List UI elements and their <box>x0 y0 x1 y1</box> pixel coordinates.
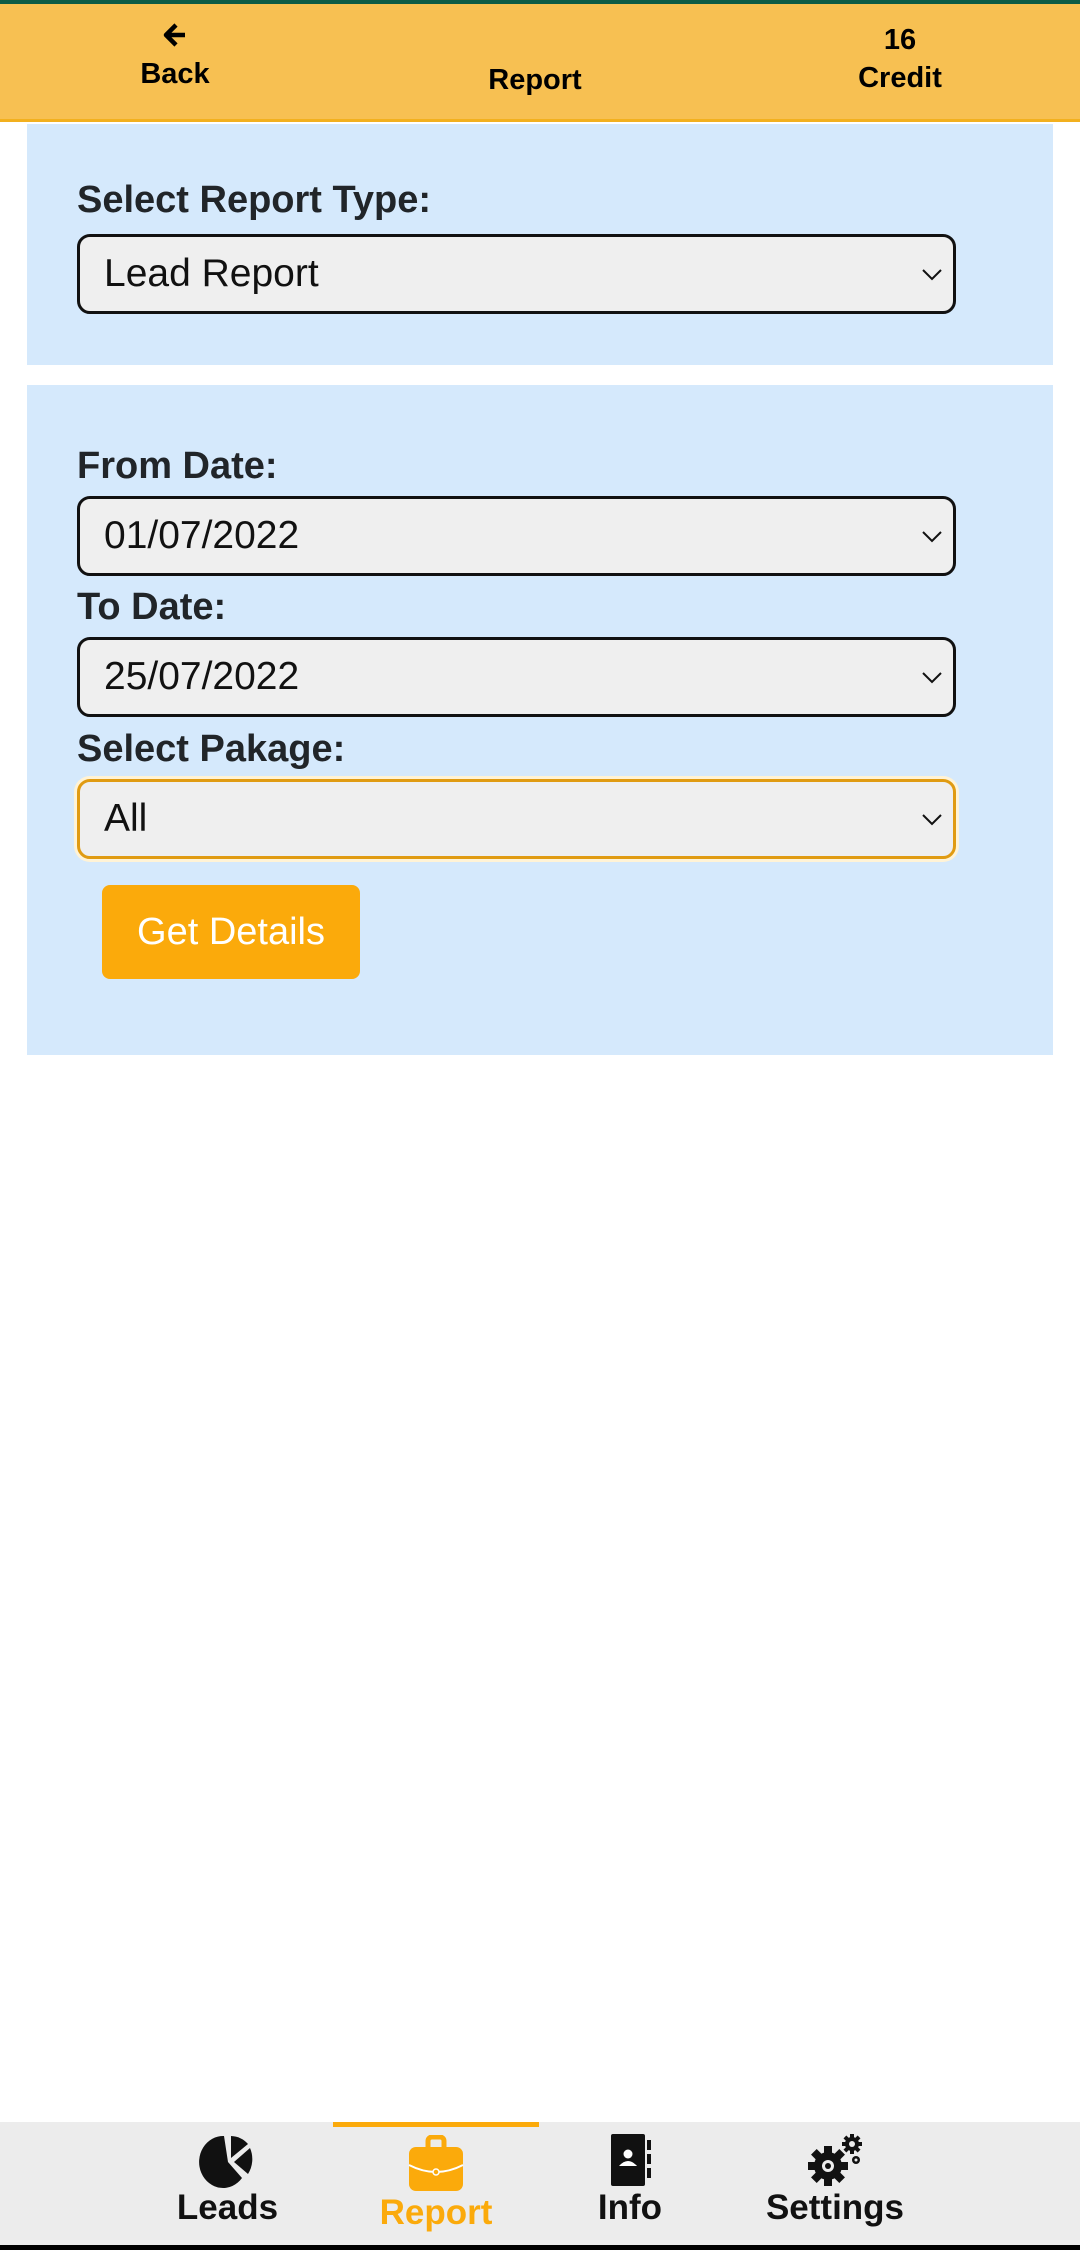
system-nav-bar <box>0 2245 1080 2250</box>
gears-icon <box>808 2134 862 2186</box>
to-date-label: To Date: <box>77 586 227 628</box>
nav-label-info: Info <box>597 2188 663 2227</box>
page-title: Report <box>488 64 582 96</box>
to-date-select[interactable]: 25/07/2022 <box>77 637 956 717</box>
nav-item-settings[interactable]: Settings <box>765 2132 905 2228</box>
nav-item-info[interactable]: Info <box>580 2132 680 2228</box>
from-date-select[interactable]: 01/07/2022 <box>77 496 956 576</box>
nav-item-leads[interactable]: Leads <box>170 2132 285 2228</box>
credit-display: 16 Credit <box>820 20 980 96</box>
nav-label-settings: Settings <box>765 2188 905 2227</box>
briefcase-icon <box>408 2135 464 2191</box>
report-type-value: Lead Report <box>104 252 319 295</box>
report-type-select[interactable]: Lead Report <box>77 234 956 314</box>
report-type-label: Select Report Type: <box>77 179 432 221</box>
bottom-nav: Leads Report Info Settings <box>0 2122 1080 2245</box>
back-button[interactable]: Back <box>120 20 230 92</box>
credit-count: 16 <box>883 24 917 56</box>
package-label: Select Pakage: <box>77 728 346 770</box>
chevron-down-icon <box>922 672 942 684</box>
credit-label: Credit <box>858 62 942 94</box>
active-tab-indicator <box>333 2122 539 2127</box>
pie-chart-icon <box>198 2135 252 2188</box>
from-date-label: From Date: <box>77 445 278 487</box>
filter-panel: From Date: 01/07/2022 To Date: 25/07/202… <box>27 385 1053 1055</box>
nav-label-leads: Leads <box>176 2188 279 2227</box>
chevron-down-icon <box>922 814 942 826</box>
nav-item-report[interactable]: Report <box>370 2135 502 2233</box>
report-type-panel: Select Report Type: Lead Report <box>27 124 1053 365</box>
package-select[interactable]: All <box>77 779 956 859</box>
get-details-button[interactable]: Get Details <box>102 885 360 979</box>
app-header: Back Report 16 Credit <box>0 4 1080 122</box>
chevron-down-icon <box>922 269 942 281</box>
arrow-left-icon <box>120 20 230 56</box>
from-date-value: 01/07/2022 <box>104 514 300 557</box>
contact-book-icon <box>611 2134 651 2186</box>
nav-label-report: Report <box>379 2193 493 2232</box>
to-date-value: 25/07/2022 <box>104 655 300 698</box>
back-label: Back <box>140 58 210 90</box>
package-value: All <box>104 797 148 840</box>
chevron-down-icon <box>922 531 942 543</box>
